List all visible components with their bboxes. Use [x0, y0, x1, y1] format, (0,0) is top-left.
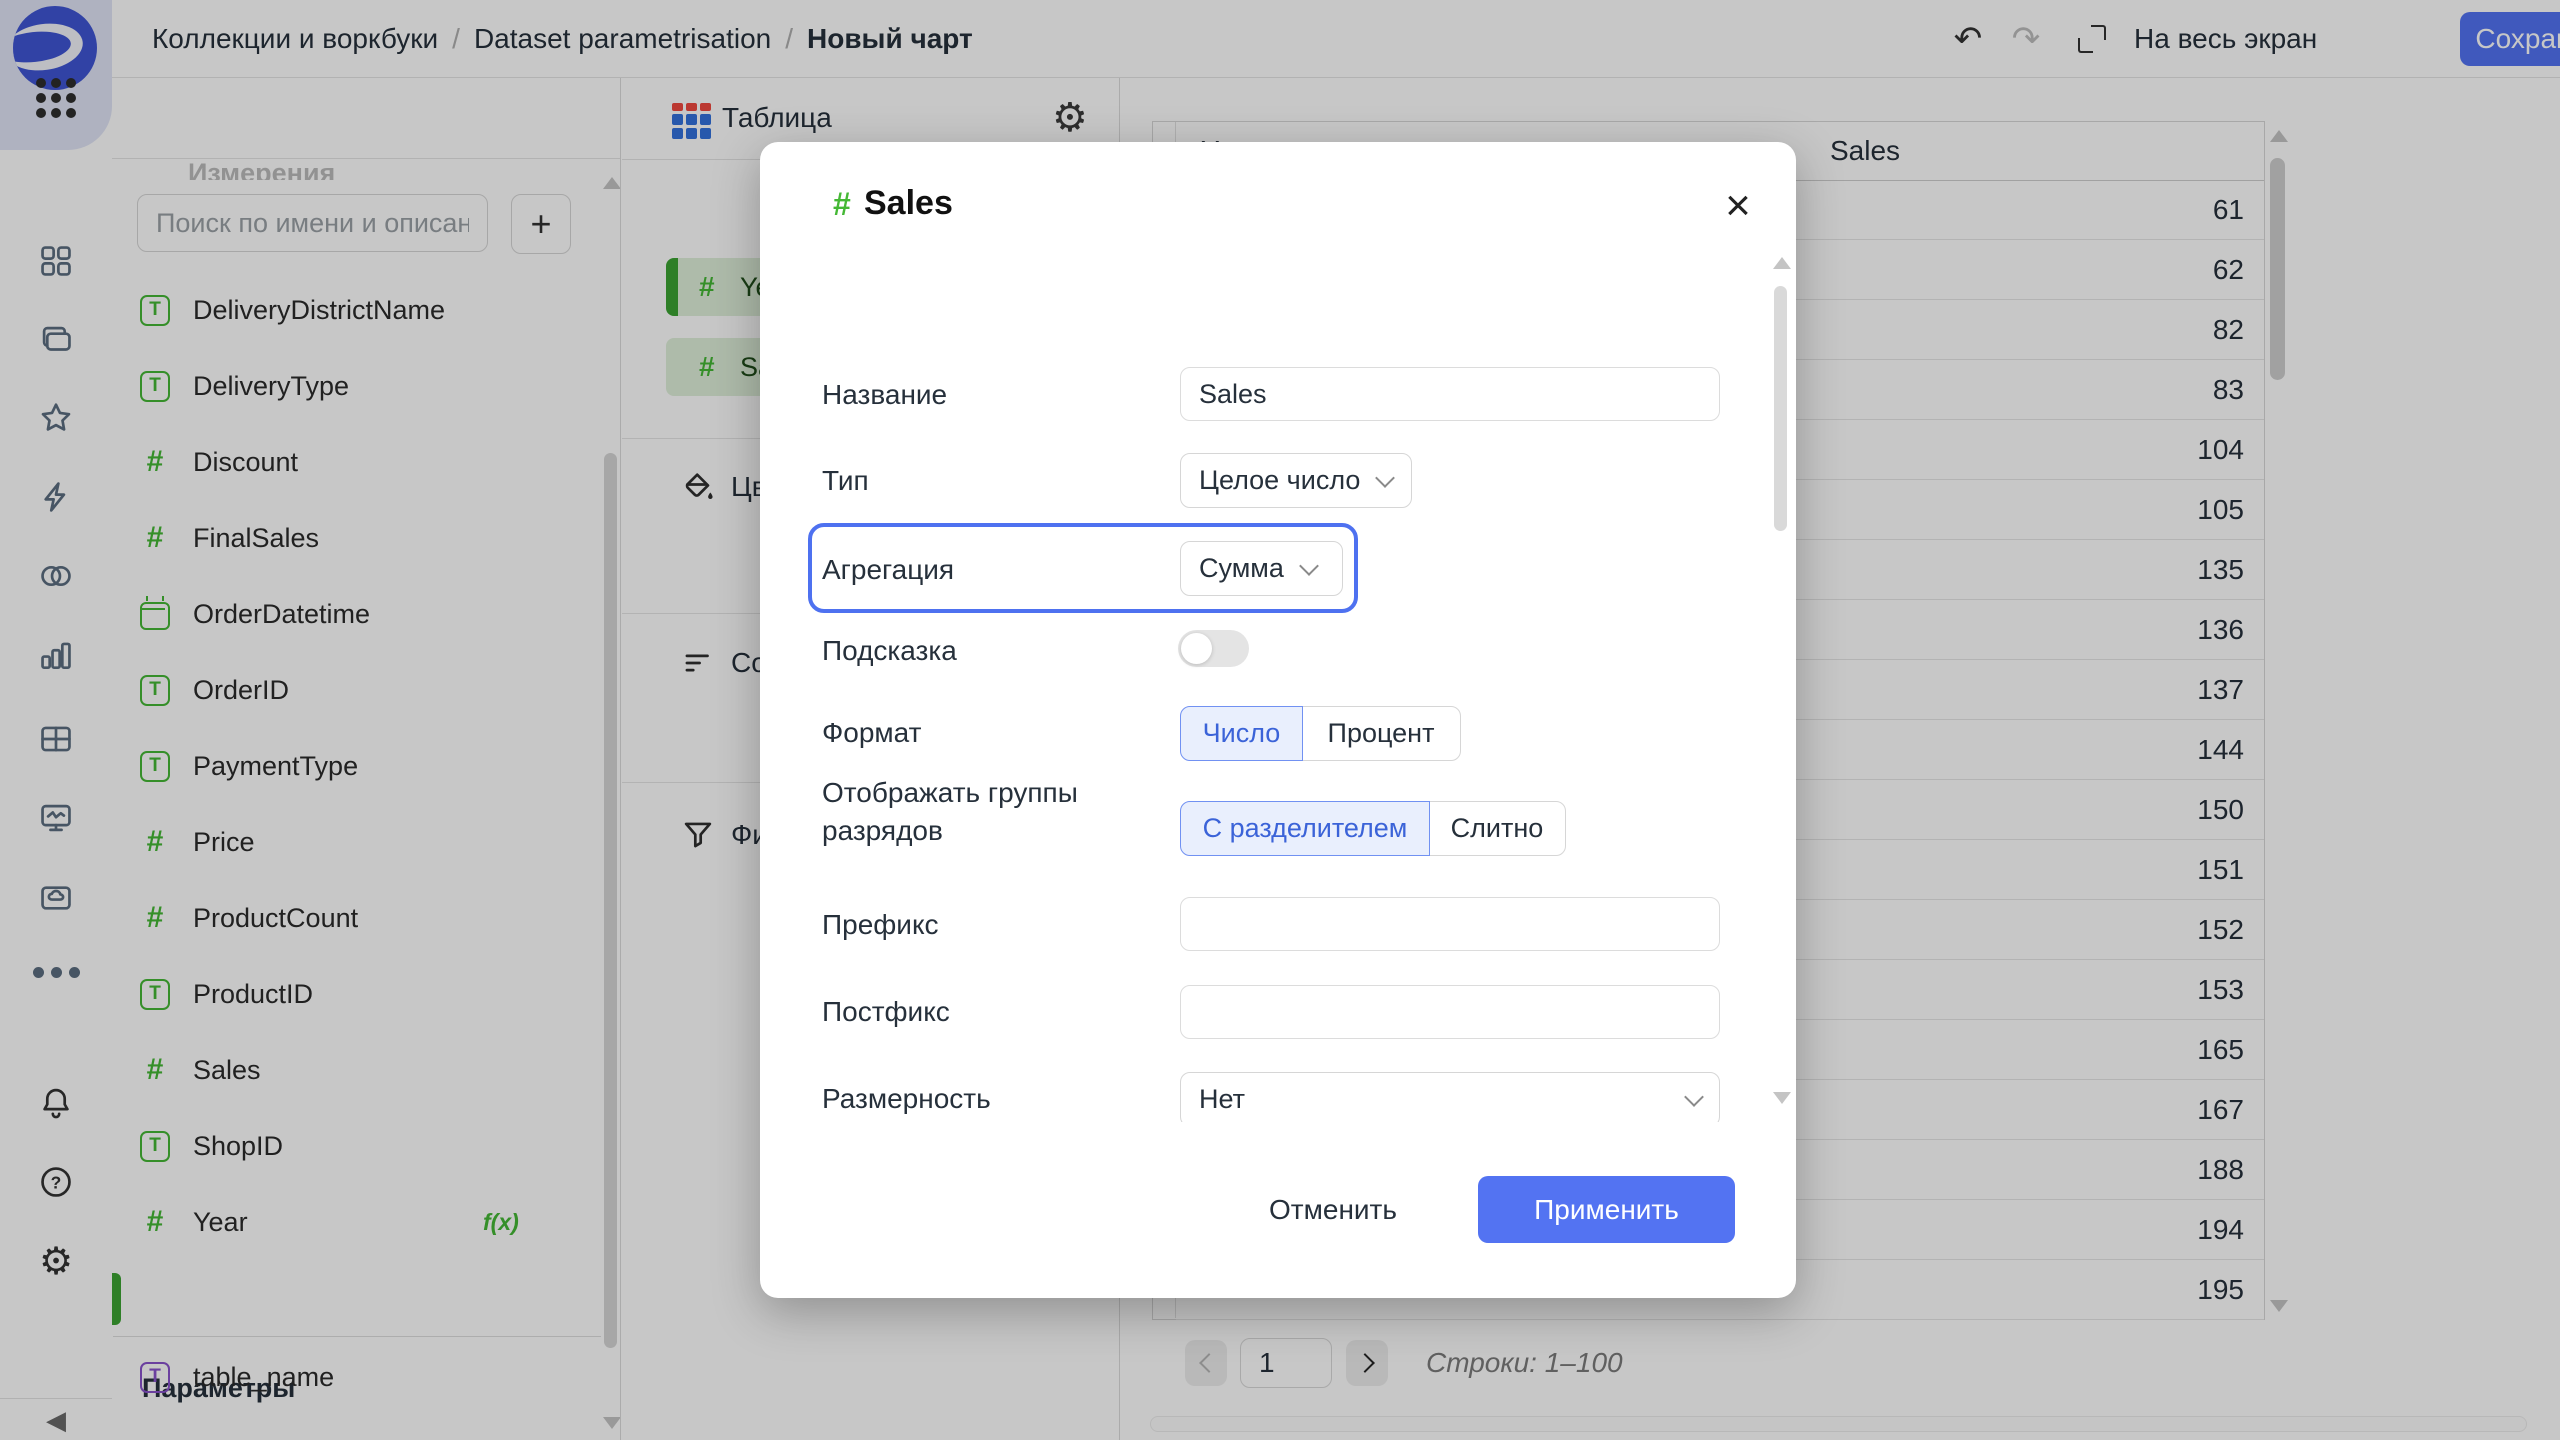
dialog-scrollbar-thumb[interactable] — [1774, 286, 1787, 531]
aggregation-select-value: Сумма — [1199, 553, 1284, 584]
dimension-select-value: Нет — [1199, 1084, 1245, 1115]
type-select-value: Целое число — [1199, 465, 1360, 496]
format-label: Формат — [822, 717, 921, 749]
dimension-select[interactable]: Нет — [1180, 1072, 1720, 1122]
cancel-button[interactable]: Отменить — [1260, 1176, 1406, 1243]
type-select[interactable]: Целое число — [1180, 453, 1412, 508]
apply-button[interactable]: Применить — [1478, 1176, 1735, 1243]
dialog-title: Sales — [864, 184, 953, 223]
aggregation-select[interactable]: Сумма — [1180, 541, 1343, 596]
close-icon[interactable]: × — [1716, 184, 1760, 228]
name-label: Название — [822, 379, 947, 411]
chevron-down-icon — [1684, 1087, 1704, 1107]
postfix-label: Постфикс — [822, 996, 950, 1028]
dialog-scrollbar-down-arrow[interactable] — [1773, 1092, 1791, 1104]
chevron-down-icon — [1376, 468, 1396, 488]
digit-groups-segmented-control: С разделителемСлитно — [1180, 801, 1566, 856]
digit-groups-label: Отображать группы — [822, 777, 1078, 809]
prefix-input[interactable] — [1180, 897, 1720, 951]
digit-groups-label-line2: разрядов — [822, 815, 943, 847]
dialog-body: Название Тип Целое число Агрегация Сумма… — [760, 240, 1770, 1122]
aggregation-label: Агрегация — [822, 554, 954, 586]
format-option-Число[interactable]: Число — [1180, 706, 1303, 761]
tooltip-toggle[interactable] — [1178, 630, 1249, 667]
hash-icon: # — [833, 186, 851, 223]
field-settings-dialog: # Sales × Название Тип Целое число Агрег… — [760, 142, 1796, 1298]
dialog-scrollbar-up-arrow[interactable] — [1773, 257, 1791, 269]
digit-groups-option-Слитно[interactable]: Слитно — [1429, 801, 1566, 856]
postfix-input[interactable] — [1180, 985, 1720, 1039]
format-option-Процент[interactable]: Процент — [1302, 706, 1461, 761]
name-input[interactable] — [1180, 367, 1720, 421]
prefix-label: Префикс — [822, 909, 939, 941]
dimension-label: Размерность — [822, 1083, 991, 1115]
chevron-down-icon — [1299, 556, 1319, 576]
format-segmented-control: ЧислоПроцент — [1180, 706, 1461, 761]
digit-groups-option-С разделителем[interactable]: С разделителем — [1180, 801, 1430, 856]
tooltip-label: Подсказка — [822, 635, 957, 667]
type-label: Тип — [822, 465, 869, 497]
